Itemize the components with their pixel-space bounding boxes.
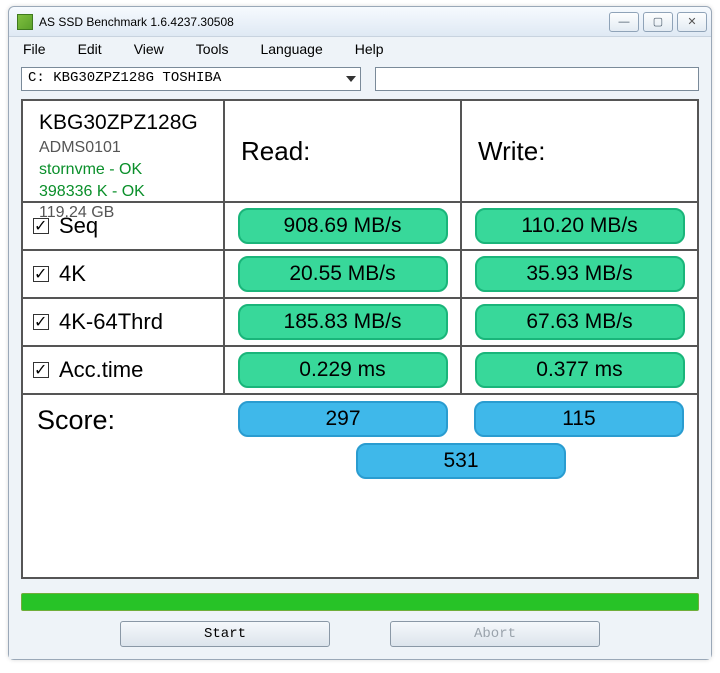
fourk64-label-cell: 4K-64Thrd [23,299,225,345]
menu-tools[interactable]: Tools [196,41,229,57]
menu-language[interactable]: Language [260,41,322,57]
drive-info: KBG30ZPZ128G ADMS0101 stornvme - OK 3983… [23,101,225,201]
fourk64-checkbox[interactable] [33,314,49,330]
drive-model: KBG30ZPZ128G [39,109,198,137]
titlebar[interactable]: AS SSD Benchmark 1.6.4237.30508 — ▢ ✕ [9,7,711,37]
drive-firmware: ADMS0101 [39,137,121,159]
menu-edit[interactable]: Edit [78,41,102,57]
seq-read: 908.69 MB/s [238,208,448,244]
score-write: 115 [474,401,684,437]
progress-area [9,587,711,621]
acc-label-cell: Acc.time [23,347,225,393]
menubar: File Edit View Tools Language Help [9,37,711,65]
acc-read-cell: 0.229 ms [225,347,462,393]
fourk-write-cell: 35.93 MB/s [462,251,697,297]
fourk-label: 4K [59,261,86,287]
menu-help[interactable]: Help [355,41,384,57]
driver-status: stornvme - OK [39,159,142,181]
acc-write-cell: 0.377 ms [462,347,697,393]
fourk64-label: 4K-64Thrd [59,309,163,335]
fourk64-read: 185.83 MB/s [238,304,448,340]
seq-checkbox[interactable] [33,218,49,234]
acc-label: Acc.time [59,357,143,383]
seq-label-cell: Seq [23,203,225,249]
drive-row: C: KBG30ZPZ128G TOSHIBA [9,65,711,99]
score-values: 297 115 531 [225,395,697,577]
alignment-status: 398336 K - OK [39,181,145,203]
seq-label: Seq [59,213,98,239]
acc-read: 0.229 ms [238,352,448,388]
start-button[interactable]: Start [120,621,330,647]
score-read: 297 [238,401,448,437]
fourk-read: 20.55 MB/s [238,256,448,292]
menu-file[interactable]: File [23,41,46,57]
window-title: AS SSD Benchmark 1.6.4237.30508 [39,15,609,29]
fourk-label-cell: 4K [23,251,225,297]
score-label: Score: [23,395,225,577]
fourk64-write-cell: 67.63 MB/s [462,299,697,345]
write-header: Write: [462,101,697,201]
close-button[interactable]: ✕ [677,12,707,32]
seq-write-cell: 110.20 MB/s [462,203,697,249]
fourk64-read-cell: 185.83 MB/s [225,299,462,345]
fourk-write: 35.93 MB/s [475,256,685,292]
seq-write: 110.20 MB/s [475,208,685,244]
window-controls: — ▢ ✕ [609,12,707,32]
results-grid: KBG30ZPZ128G ADMS0101 stornvme - OK 3983… [21,99,699,579]
row-seq: Seq 908.69 MB/s 110.20 MB/s [23,203,697,251]
fourk64-write: 67.63 MB/s [475,304,685,340]
maximize-button[interactable]: ▢ [643,12,673,32]
row-4k64: 4K-64Thrd 185.83 MB/s 67.63 MB/s [23,299,697,347]
read-header: Read: [225,101,462,201]
fourk-checkbox[interactable] [33,266,49,282]
abort-button[interactable]: Abort [390,621,600,647]
app-icon [17,14,33,30]
row-4k: 4K 20.55 MB/s 35.93 MB/s [23,251,697,299]
info-textbox[interactable] [375,67,699,91]
progress-bar [21,593,699,611]
drive-select[interactable]: C: KBG30ZPZ128G TOSHIBA [21,67,361,91]
header-row: KBG30ZPZ128G ADMS0101 stornvme - OK 3983… [23,101,697,203]
seq-read-cell: 908.69 MB/s [225,203,462,249]
acc-checkbox[interactable] [33,362,49,378]
score-total: 531 [356,443,566,479]
fourk-read-cell: 20.55 MB/s [225,251,462,297]
acc-write: 0.377 ms [475,352,685,388]
row-acc: Acc.time 0.229 ms 0.377 ms [23,347,697,395]
row-score: Score: 297 115 531 [23,395,697,577]
app-window: AS SSD Benchmark 1.6.4237.30508 — ▢ ✕ Fi… [8,6,712,660]
button-row: Start Abort [9,621,711,659]
menu-view[interactable]: View [134,41,164,57]
minimize-button[interactable]: — [609,12,639,32]
